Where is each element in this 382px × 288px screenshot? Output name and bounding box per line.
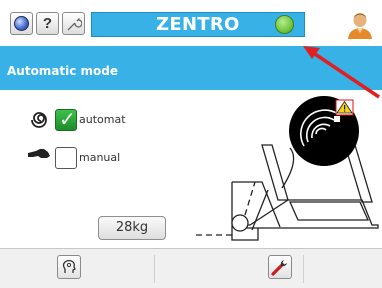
user-avatar[interactable] (345, 10, 375, 40)
title-bar: ZENTRO (91, 12, 305, 37)
status-indicator (275, 15, 294, 34)
home-button[interactable] (10, 12, 33, 35)
tools-button[interactable] (268, 255, 292, 279)
check-icon: ✓ (59, 107, 76, 131)
pulley (231, 214, 249, 232)
manual-checkbox[interactable] (55, 147, 77, 169)
app-title: ZENTRO (156, 14, 240, 35)
mode-title: Automatic mode (7, 64, 119, 78)
automat-checkbox[interactable]: ✓ (55, 107, 77, 131)
head-icon (62, 259, 76, 273)
bottom-divider (303, 255, 304, 283)
annotation-arrow (303, 46, 380, 99)
manual-label: manual (79, 151, 121, 164)
bottom-divider (154, 255, 155, 283)
settings-button[interactable] (62, 12, 85, 35)
warning-icon (335, 99, 354, 116)
weight-display[interactable]: 28kg (98, 216, 166, 240)
globe-icon (14, 16, 29, 31)
wrench-icon (67, 17, 82, 30)
wrench-icon (271, 260, 287, 276)
automat-label: automat (79, 113, 126, 126)
head-button[interactable] (57, 255, 81, 279)
swirl-icon (31, 112, 47, 128)
help-button[interactable]: ? (36, 12, 59, 35)
bottom-toolbar (0, 248, 382, 288)
hand-icon (28, 149, 50, 158)
